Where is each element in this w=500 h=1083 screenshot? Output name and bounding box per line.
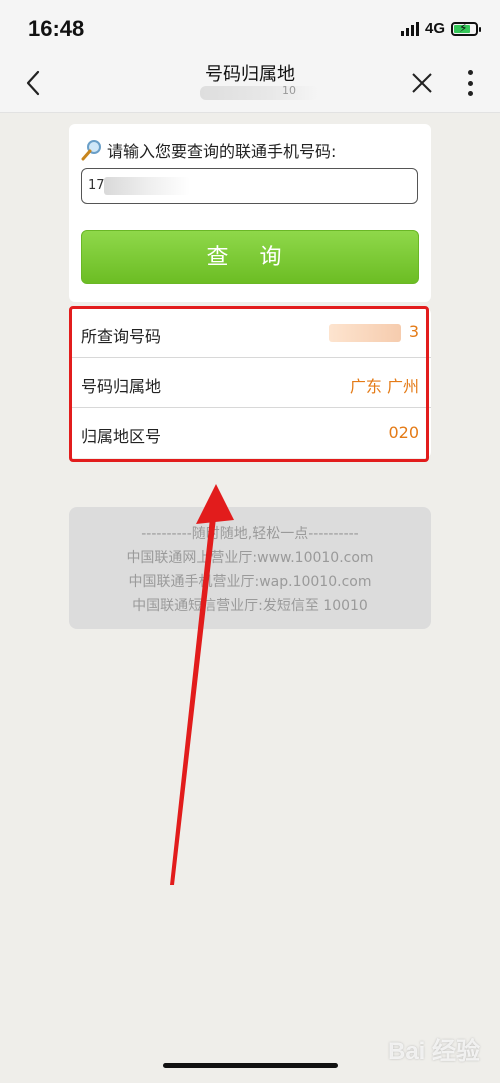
- more-icon[interactable]: [466, 70, 474, 96]
- watermark-logo: Bai 经验: [387, 1038, 480, 1065]
- prompt-text: 请输入您要查询的联通手机号码:: [107, 142, 337, 161]
- query-card: 请输入您要查询的联通手机号码: 170 查 询: [69, 124, 431, 302]
- info-box: ----------随时随地,轻松一点---------- 中国联通网上营业厅:…: [69, 507, 431, 629]
- info-line: 中国联通网上营业厅:www.10010.com: [126, 550, 374, 566]
- info-line: 中国联通短信营业厅:发短信至 10010: [132, 598, 368, 614]
- subtitle-fragment: 10: [282, 84, 296, 97]
- phone-number-input[interactable]: 170: [81, 168, 418, 204]
- red-highlight-box: [69, 306, 429, 462]
- nav-bar: 号码归属地 10: [0, 56, 500, 113]
- status-time: 16:48: [28, 16, 85, 41]
- status-bar: 16:48 4G ⚡: [0, 0, 500, 56]
- info-line: 中国联通手机营业厅:wap.10010.com: [128, 574, 372, 590]
- battery-icon: ⚡: [451, 21, 481, 36]
- magnifier-icon: [81, 140, 101, 161]
- status-indicators: 4G ⚡: [400, 20, 481, 37]
- signal-icon: [400, 21, 419, 36]
- home-indicator[interactable]: [163, 1063, 338, 1068]
- query-button[interactable]: 查 询: [81, 230, 419, 284]
- redacted-digits: [104, 177, 190, 195]
- close-icon[interactable]: [410, 71, 434, 95]
- info-line: ----------随时随地,轻松一点----------: [141, 526, 359, 542]
- network-type: 4G: [424, 20, 445, 37]
- redacted-subtitle: 10: [200, 84, 318, 100]
- query-prompt: 请输入您要查询的联通手机号码:: [81, 138, 336, 162]
- red-arrow-annotation: [170, 484, 234, 885]
